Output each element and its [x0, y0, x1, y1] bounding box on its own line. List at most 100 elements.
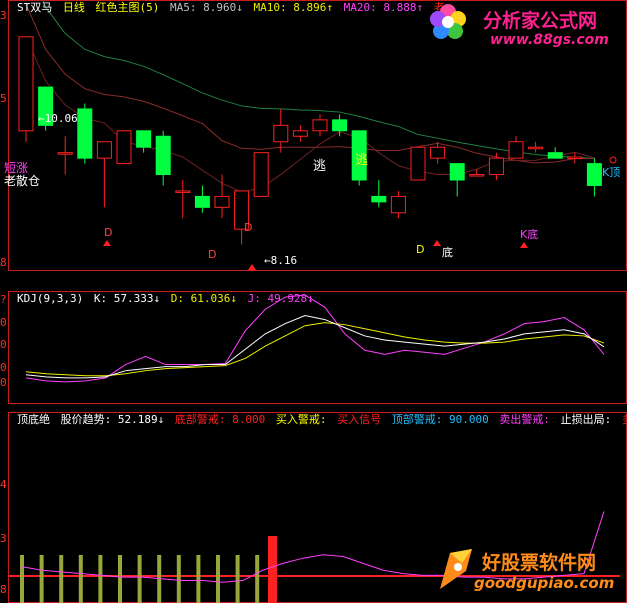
- left-label-2: 老散仓: [4, 173, 40, 188]
- flower-logo-icon: [428, 2, 468, 42]
- candle-body: [508, 141, 524, 159]
- left-label-1: 短涨: [4, 160, 28, 175]
- candle-body: [57, 152, 73, 155]
- kdj-tick-1: ?: [0, 293, 7, 306]
- k-bottom-label: K底: [520, 227, 538, 241]
- stock-title: ST双马: [17, 1, 53, 14]
- bottom-signal-bar: [118, 555, 122, 603]
- trend-tick-3: 8: [0, 583, 7, 596]
- sell-warn: 卖出警戒:: [499, 413, 550, 426]
- marker-2: D: [208, 248, 216, 261]
- ma10-value: MA10: 8.896↑: [253, 1, 333, 14]
- candle-body: [292, 130, 308, 137]
- trend-panel[interactable]: 顶底绝 股价趋势: 52.189↓ 底部警戒: 8.000 买入警戒: 买入信号…: [0, 412, 627, 603]
- candle-body: [488, 157, 504, 176]
- bottom-signal-bar: [235, 555, 240, 603]
- buy-signal-bar: [268, 536, 277, 603]
- candle-body: [586, 163, 602, 186]
- j-line: [25, 294, 605, 383]
- bottom-label: 底: [442, 245, 453, 259]
- candle-body: [547, 152, 563, 159]
- candle-body: [567, 156, 583, 160]
- candle-body: [312, 119, 328, 132]
- k-top-label: K顶: [602, 166, 620, 179]
- buy-warn: 买入警戒:: [275, 413, 327, 426]
- bottom-signal-bar: [98, 555, 103, 603]
- top-logo-url: www.88gs.com: [490, 32, 609, 48]
- high-price-label: ←10.06: [38, 112, 78, 125]
- candle-body: [96, 141, 112, 159]
- stop-loss: 止损出局:: [560, 413, 612, 426]
- candle-body: [410, 146, 426, 181]
- bottom-warn: 底部警戒: 8.000: [174, 413, 266, 426]
- candle-body: [273, 124, 289, 143]
- k-line: [25, 314, 605, 379]
- trend-extra: 多: [622, 413, 627, 426]
- bottom-logo-text: 好股票软件网: [482, 552, 597, 574]
- marker-3: D: [416, 243, 424, 256]
- candlestick-panel[interactable]: ←10.06 ←8.16 短涨 老散仓 逃 逃 D D D D 底 K底 K顶 ST双马 日线 红色主图…: [0, 0, 627, 271]
- kdj-tick-5: 0: [0, 376, 7, 389]
- candle-body: [18, 36, 34, 132]
- buy-arrow-icon: [520, 242, 528, 248]
- kdj-tick-4: 0: [0, 361, 7, 374]
- candle-body: [528, 146, 544, 150]
- candle-body: [214, 195, 230, 208]
- candle-body: [175, 190, 191, 193]
- low-arrow-icon: [248, 264, 256, 270]
- kdj-panel[interactable]: KDJ(9,3,3) K: 57.333↓ D: 61.036↓ J: 49.9…: [0, 291, 627, 404]
- bottom-signal-bar: [255, 555, 260, 603]
- d-line: [25, 322, 605, 377]
- marker-1: D: [104, 226, 112, 239]
- candle-body: [430, 146, 446, 159]
- candle-body: [469, 174, 485, 177]
- top-logo-text: 分析家公式网: [483, 10, 598, 32]
- y-tick-1: 3: [0, 9, 7, 22]
- top-dot-icon: [609, 156, 617, 164]
- candle-body: [332, 119, 348, 132]
- bottom-signal-bar: [78, 555, 83, 603]
- trend-title: 顶底绝: [17, 413, 50, 426]
- panel2-header: KDJ(9,3,3) K: 57.333↓ D: 61.036↓ J: 49.9…: [17, 292, 318, 306]
- panel-frame: [8, 291, 627, 404]
- panel3-header: 顶底绝 股价趋势: 52.189↓ 底部警戒: 8.000 买入警戒: 买入信号…: [17, 413, 627, 427]
- bottom-signal-bar: [137, 555, 142, 603]
- rocket-logo-icon: [436, 545, 476, 593]
- buy-signal: 买入信号: [337, 413, 382, 426]
- ma20-value: MA20: 8.888↑: [343, 1, 424, 14]
- bottom-signal-bar: [176, 555, 181, 603]
- y-tick-2: 5: [0, 92, 7, 105]
- kdj-tick-3: 0: [0, 338, 7, 351]
- trend-tick-1: 4: [0, 478, 7, 491]
- escape-label-2: 逃: [355, 153, 368, 168]
- bottom-signal-bar: [196, 555, 201, 603]
- low-price-label: ←8.16: [264, 254, 297, 267]
- bottom-signal-bar: [20, 555, 24, 603]
- indicator-label[interactable]: 红色主图(5): [96, 1, 160, 14]
- candle-body: [155, 135, 171, 176]
- candle-body: [449, 163, 465, 181]
- kdj-tick-2: 0: [0, 316, 7, 329]
- kdj-title: KDJ(9,3,3): [17, 292, 84, 305]
- ma5-line: [25, 36, 595, 193]
- candle-body: [116, 130, 132, 165]
- trend-value: 股价趋势: 52.189↓: [60, 413, 165, 426]
- candle-body: [390, 195, 406, 214]
- y-tick-3: 8: [0, 256, 7, 269]
- candle-body: [77, 108, 93, 159]
- candle-body: [194, 195, 210, 208]
- kdj-chart[interactable]: [0, 291, 627, 404]
- candle-body: [136, 130, 152, 148]
- k-value: K: 57.333↓: [93, 292, 161, 305]
- period-label[interactable]: 日线: [63, 1, 85, 14]
- panel1-header: ST双马 日线 红色主图(5) MA5: 8.960↓ MA10: 8.896↑…: [17, 1, 449, 15]
- trend-tick-2: 3: [0, 532, 7, 545]
- bottom-signal-bar: [59, 555, 64, 603]
- ma5-value: MA5: 8.960↓: [170, 1, 243, 14]
- top-warn: 顶部警戒: 90.000: [391, 413, 489, 426]
- candle-body: [371, 195, 387, 203]
- marker-4: D: [244, 221, 252, 234]
- bottom-logo-url: goodgupiao.com: [474, 574, 615, 592]
- d-value: D: 61.036↓: [170, 292, 237, 305]
- j-value: J: 49.928↓: [247, 292, 314, 305]
